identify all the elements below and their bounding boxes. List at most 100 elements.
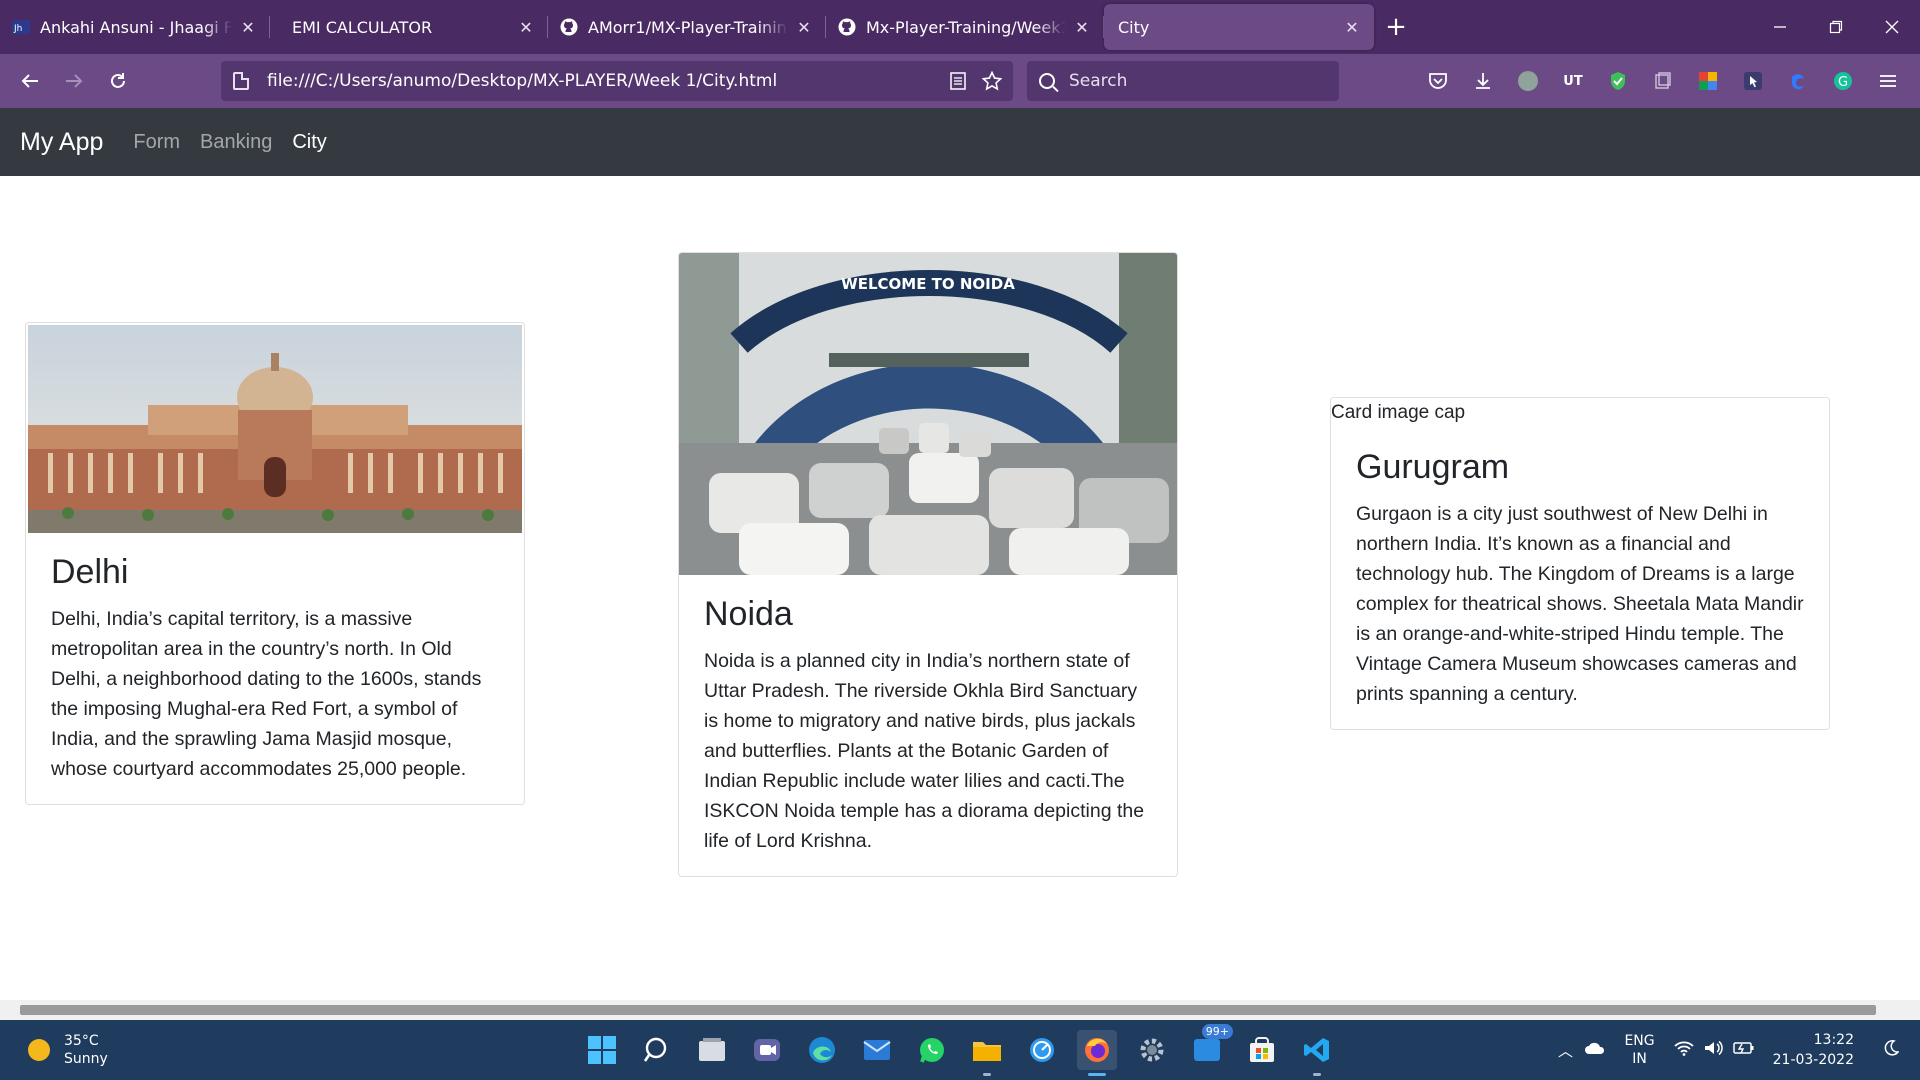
region-code: IN	[1632, 1051, 1647, 1067]
microsoft-store-icon[interactable]	[1242, 1030, 1282, 1070]
language-code: ENG	[1624, 1033, 1655, 1049]
volume-icon[interactable]	[1699, 1040, 1729, 1060]
search-icon[interactable]	[637, 1030, 677, 1070]
back-button[interactable]	[8, 61, 52, 101]
cursor-extension-icon[interactable]	[1735, 64, 1771, 98]
svg-text:Jh: Jh	[13, 24, 22, 34]
tab-title: City	[1118, 17, 1150, 37]
pocket-icon[interactable]	[1420, 64, 1456, 98]
onedrive-cloud-icon[interactable]	[1580, 1041, 1610, 1059]
card-body: Gurugram Gurgaon is a city just southwes…	[1331, 424, 1829, 729]
tab-close-icon[interactable]: ✕	[516, 18, 536, 37]
card-title: Noida	[704, 595, 793, 633]
card-title: Gurugram	[1356, 448, 1510, 486]
reload-button[interactable]	[96, 61, 140, 101]
weather-desc: Sunny	[64, 1051, 108, 1067]
browser-toolbar: file:///C:/Users/anumo/Desktop/MX-PLAYER…	[0, 54, 1920, 108]
broken-image-alt-text: Card image cap	[1331, 402, 1466, 423]
nav-link-banking[interactable]: Banking	[200, 131, 272, 154]
menu-hamburger-icon[interactable]	[1870, 64, 1906, 98]
download-icon[interactable]	[1465, 64, 1501, 98]
bookmark-star-icon[interactable]	[979, 68, 1005, 94]
nav-link-city[interactable]: City	[292, 131, 326, 154]
minimize-button[interactable]	[1752, 0, 1808, 54]
search-bar[interactable]: Search	[1027, 61, 1339, 101]
card-text: Noida is a planned city in India’s north…	[704, 650, 1145, 852]
language-indicator[interactable]: ENG IN	[1624, 1032, 1654, 1068]
weather-widget[interactable]: 35°C Sunny	[28, 1032, 108, 1068]
speedtest-icon[interactable]	[1022, 1030, 1062, 1070]
restore-button[interactable]	[1808, 0, 1864, 54]
ut-extension-icon[interactable]: UT	[1555, 64, 1591, 98]
extension-toolbar: UT G	[1420, 64, 1906, 98]
card-text: Delhi, India’s capital territory, is a m…	[51, 608, 482, 780]
tab-close-icon[interactable]: ✕	[794, 18, 814, 37]
settings-gear-icon[interactable]	[1132, 1030, 1172, 1070]
mail-icon[interactable]	[857, 1030, 897, 1070]
github-icon	[838, 18, 856, 36]
address-bar[interactable]: file:///C:/Users/anumo/Desktop/MX-PLAYER…	[221, 61, 1013, 101]
edge-browser-icon[interactable]	[802, 1030, 842, 1070]
tab-title: AMorr1/MX-Player-Training	[588, 17, 788, 37]
forward-button[interactable]	[52, 61, 96, 101]
tab-title: EMI CALCULATOR	[292, 17, 433, 37]
search-placeholder: Search	[1069, 71, 1128, 91]
card-title: Delhi	[51, 553, 129, 591]
tab-close-icon[interactable]: ✕	[238, 18, 258, 37]
weather-temp: 35°C	[64, 1033, 99, 1049]
notification-app-icon[interactable]: 99+	[1187, 1024, 1233, 1070]
reader-view-icon[interactable]	[945, 68, 971, 94]
window-controls	[1752, 0, 1920, 54]
clock-date: 21-03-2022	[1772, 1052, 1854, 1068]
browser-tab[interactable]: AMorr1/MX-Player-Training ✕	[548, 4, 826, 50]
browser-tab[interactable]: EMI CALCULATOR ✕	[270, 4, 548, 50]
blue-extension-icon[interactable]	[1780, 64, 1816, 98]
app-navbar: My App Form Banking City	[0, 108, 1920, 176]
running-indicator	[1313, 1073, 1321, 1076]
focus-moon-icon[interactable]	[1876, 1040, 1906, 1060]
start-windows-icon[interactable]	[582, 1030, 622, 1070]
collections-icon[interactable]	[1645, 64, 1681, 98]
nav-link-form[interactable]: Form	[133, 131, 180, 154]
shield-extension-icon[interactable]	[1600, 64, 1636, 98]
extension-avatar-icon[interactable]	[1510, 64, 1546, 98]
app-brand[interactable]: My App	[20, 128, 103, 157]
arch-sign-text: WELCOME TO NOIDA	[841, 275, 1015, 293]
tab-close-icon[interactable]: ✕	[1342, 18, 1362, 37]
new-tab-button[interactable]: +	[1374, 4, 1418, 50]
city-card-delhi: Delhi Delhi, India’s capital territory, …	[25, 322, 525, 805]
welcome-to-noida-arch-photo: WELCOME TO NOIDA	[679, 253, 1177, 575]
card-body: Delhi Delhi, India’s capital territory, …	[26, 533, 524, 804]
teams-chat-icon[interactable]	[747, 1030, 787, 1070]
scrollbar-thumb[interactable]	[20, 1005, 1876, 1015]
horizontal-scrollbar[interactable]	[0, 1000, 1920, 1020]
clock-time: 13:22	[1813, 1032, 1854, 1048]
color-grid-extension-icon[interactable]	[1690, 64, 1726, 98]
github-icon	[560, 18, 578, 36]
city-card-noida: WELCOME TO NOIDA Noida Noida is a planne…	[678, 252, 1178, 877]
search-icon	[1039, 73, 1055, 89]
page-icon	[233, 72, 249, 90]
browser-tab[interactable]: Mx-Player-Training/Week1_Proj ✕	[826, 4, 1104, 50]
close-window-button[interactable]	[1864, 0, 1920, 54]
tab-close-icon[interactable]: ✕	[1072, 18, 1092, 37]
browser-tab-active[interactable]: City ✕	[1104, 4, 1374, 50]
address-text[interactable]: file:///C:/Users/anumo/Desktop/MX-PLAYER…	[267, 71, 777, 91]
file-explorer-icon[interactable]	[967, 1030, 1007, 1076]
jhaagi-icon: Jh	[12, 18, 30, 36]
card-body: Noida Noida is a planned city in India’s…	[679, 575, 1177, 876]
whatsapp-icon[interactable]	[912, 1030, 952, 1070]
task-view-icon[interactable]	[692, 1030, 732, 1070]
chevron-up-icon[interactable]: ︿	[1550, 1040, 1580, 1061]
grammarly-icon[interactable]: G	[1825, 64, 1861, 98]
browser-tab[interactable]: Jh Ankahi Ansuni - Jhaagi Files - W ✕	[0, 4, 270, 50]
vscode-icon[interactable]	[1297, 1030, 1337, 1076]
battery-icon[interactable]	[1729, 1041, 1759, 1059]
clock[interactable]: 13:22 21-03-2022	[1773, 1030, 1854, 1070]
firefox-icon[interactable]	[1077, 1030, 1117, 1076]
browser-tab-strip: Jh Ankahi Ansuni - Jhaagi Files - W ✕ EM…	[0, 0, 1920, 54]
tab-title: Ankahi Ansuni - Jhaagi Files - W	[40, 17, 232, 37]
running-indicator	[983, 1073, 991, 1076]
rashtrapati-bhavan-photo	[28, 325, 522, 533]
wifi-icon[interactable]	[1669, 1040, 1699, 1060]
